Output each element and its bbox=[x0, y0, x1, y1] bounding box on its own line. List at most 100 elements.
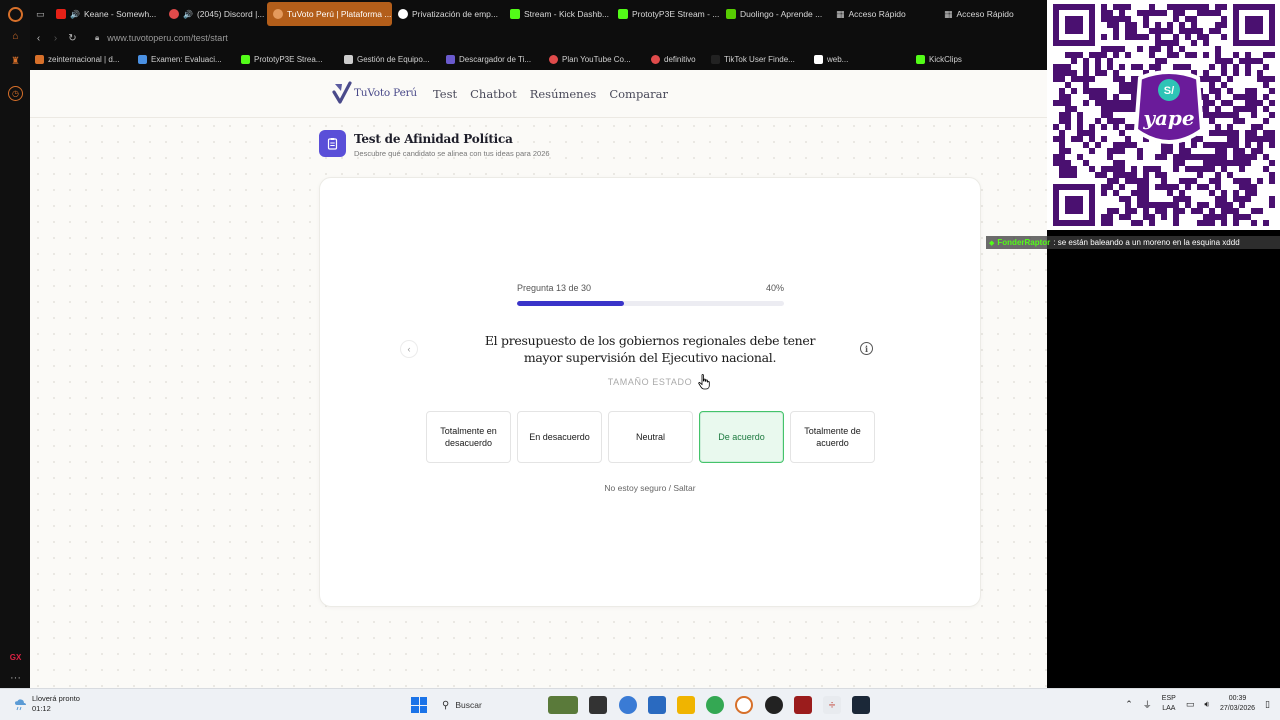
site-logo[interactable]: TuVoto Perú bbox=[332, 80, 417, 106]
bookmark-item[interactable]: Examen: Evaluaci... bbox=[138, 54, 222, 64]
question-text: El presupuesto de los gobiernos regional… bbox=[484, 333, 816, 365]
dota-icon[interactable] bbox=[794, 696, 812, 714]
weather-text: Lloverá pronto bbox=[32, 694, 80, 703]
bookmark-favicon-icon bbox=[35, 54, 44, 64]
skip-link[interactable]: No estoy seguro / Saltar bbox=[480, 483, 820, 493]
nav-link-chatbot[interactable]: Chatbot bbox=[470, 87, 517, 101]
tab-label: Stream - Kick Dashb... bbox=[524, 9, 610, 19]
tab-privatizacion[interactable]: Privatización de emp... bbox=[392, 2, 504, 26]
task-view-icon[interactable] bbox=[589, 696, 607, 714]
steam-icon[interactable] bbox=[852, 696, 870, 714]
search-highlight-icon[interactable] bbox=[548, 696, 578, 714]
nav-link-resumenes[interactable]: Resúmenes bbox=[530, 87, 597, 101]
nav-link-comparar[interactable]: Comparar bbox=[609, 87, 668, 101]
bookmark-item[interactable]: Plan YouTube Co... bbox=[549, 54, 631, 64]
option-neutral[interactable]: Neutral bbox=[608, 411, 693, 463]
chevron-up-icon[interactable]: ⌃ bbox=[1125, 699, 1133, 710]
option-en-desacuerdo[interactable]: En desacuerdo bbox=[517, 411, 602, 463]
tab-prototyp3e[interactable]: PrototyP3E Stream - ... bbox=[612, 2, 720, 26]
page-viewport: TuVoto Perú Test Chatbot Resúmenes Compa… bbox=[30, 70, 1047, 688]
chat-username: FonderRaptor bbox=[997, 238, 1051, 247]
previous-question-button[interactable]: ‹ bbox=[400, 340, 418, 358]
bookmark-item[interactable]: PrototyP3E Strea... bbox=[241, 54, 323, 64]
tab-label: Acceso Rápido bbox=[848, 9, 906, 19]
reload-icon[interactable]: ↻ bbox=[64, 33, 81, 44]
url-field[interactable]: 🔒︎ www.tuvotoperu.com/test/start bbox=[95, 33, 228, 43]
tab-duolingo[interactable]: Duolingo - Aprende ... bbox=[720, 2, 830, 26]
file-explorer-icon[interactable] bbox=[677, 696, 695, 714]
bookmark-label: Gestión de Equipo... bbox=[357, 54, 430, 64]
keyboard-layout: LAA bbox=[1162, 705, 1176, 712]
bookmarks-bar: zeinternacional | d... Examen: Evaluaci.… bbox=[30, 48, 1047, 70]
home-icon[interactable]: ⌂ bbox=[8, 29, 23, 44]
bookmark-item[interactable]: Descargador de Ti... bbox=[446, 54, 531, 64]
windows-start-icon[interactable] bbox=[411, 697, 427, 713]
progress-meta: Pregunta 13 de 30 40% bbox=[517, 283, 784, 293]
bookmark-item[interactable]: KickClips bbox=[916, 54, 962, 64]
tab-acceso-rapido-2[interactable]: ▦ Acceso Rápido bbox=[938, 2, 1038, 26]
yape-symbol: S/ bbox=[1164, 85, 1174, 97]
tab-discord[interactable]: 🔊 (2045) Discord |... bbox=[163, 2, 267, 26]
info-icon[interactable]: i bbox=[860, 342, 873, 355]
chrome-icon[interactable] bbox=[706, 696, 724, 714]
bookmark-item[interactable]: definitivo bbox=[651, 54, 696, 64]
page-title-block: Test de Afinidad Política Descubre qué c… bbox=[319, 130, 550, 158]
notification-icon[interactable]: ▯ bbox=[1265, 699, 1270, 710]
address-bar: ‹ › ↻ 🔒︎ www.tuvotoperu.com/test/start bbox=[30, 28, 1047, 48]
back-icon[interactable]: ‹ bbox=[30, 33, 47, 44]
clock[interactable]: 00:39 27/03/2026 bbox=[1220, 694, 1255, 714]
usb-icon[interactable]: ⏚ bbox=[1143, 698, 1152, 711]
url-text: www.tuvotoperu.com/test/start bbox=[107, 33, 228, 43]
nav-link-test[interactable]: Test bbox=[433, 87, 457, 101]
progress-percent: 40% bbox=[765, 283, 784, 293]
tab-label: Privatización de emp... bbox=[412, 9, 498, 19]
tab-label: Acceso Rápido bbox=[956, 9, 1014, 19]
tab-label: PrototyP3E Stream - ... bbox=[632, 9, 720, 19]
more-icon[interactable]: ··· bbox=[8, 670, 23, 685]
language-indicator[interactable]: ESP LAA bbox=[1162, 694, 1176, 714]
tab-label: (2045) Discord |... bbox=[196, 9, 265, 19]
option-totalmente-en-desacuerdo[interactable]: Totalmente en desacuerdo bbox=[426, 411, 511, 463]
bookmark-item[interactable]: web... bbox=[814, 54, 848, 64]
network-icon[interactable]: ▭ bbox=[1186, 699, 1195, 710]
yape-wordmark: yape bbox=[1142, 106, 1194, 130]
tab-keane[interactable]: 🔊 Keane - Somewh... bbox=[50, 2, 163, 26]
page-title: Test de Afinidad Política bbox=[354, 132, 513, 146]
bookmark-label: definitivo bbox=[664, 54, 696, 64]
bookmark-label: TikTok User Finde... bbox=[724, 54, 795, 64]
option-totalmente-de-acuerdo[interactable]: Totalmente de acuerdo bbox=[790, 411, 875, 463]
opera-gx-icon[interactable] bbox=[735, 696, 753, 714]
copilot-icon[interactable] bbox=[619, 696, 637, 714]
chatgpt-icon bbox=[398, 9, 408, 19]
tab-tuvoto[interactable]: TuVoto Perú | Plataforma ... bbox=[267, 2, 392, 26]
bookmark-item[interactable]: Gestión de Equipo... bbox=[344, 54, 430, 64]
shopping-icon[interactable]: ♜ bbox=[8, 54, 23, 69]
volume-icon[interactable]: 🔉︎ bbox=[1204, 699, 1210, 710]
opera-logo-icon[interactable] bbox=[8, 7, 23, 22]
obs-icon[interactable] bbox=[765, 696, 783, 714]
forward-icon[interactable]: › bbox=[47, 33, 64, 44]
spark-icon bbox=[651, 54, 660, 64]
grid-icon: ▦ bbox=[944, 8, 953, 19]
gx-icon[interactable]: GX bbox=[8, 650, 23, 665]
tab-label: TuVoto Perú | Plataforma ... bbox=[287, 9, 392, 19]
clipboard-icon bbox=[319, 130, 346, 157]
tab-kick-dashboard[interactable]: Stream - Kick Dashb... bbox=[504, 2, 612, 26]
store-icon[interactable] bbox=[648, 696, 666, 714]
workspace-tab[interactable]: ▭ bbox=[30, 2, 50, 26]
option-de-acuerdo[interactable]: De acuerdo bbox=[699, 411, 784, 463]
weather-widget[interactable]: Lloverá pronto 01:12 bbox=[14, 694, 80, 714]
youtube-icon bbox=[56, 9, 66, 19]
page-subtitle: Descubre qué candidato se alinea con tus… bbox=[354, 149, 550, 158]
chevron-left-icon: ‹ bbox=[407, 344, 411, 354]
browser-sidebar: ⌂ ♜ ◷ GX ··· bbox=[0, 0, 30, 688]
bookmark-item[interactable]: zeinternacional | d... bbox=[35, 54, 119, 64]
history-icon[interactable]: ◷ bbox=[8, 86, 23, 101]
bookmark-label: PrototyP3E Strea... bbox=[254, 54, 323, 64]
bookmark-label: Examen: Evaluaci... bbox=[151, 54, 222, 64]
bookmark-label: KickClips bbox=[929, 54, 962, 64]
tab-acceso-rapido-1[interactable]: ▦ Acceso Rápido bbox=[830, 2, 938, 26]
stream-overlay-area bbox=[1047, 230, 1280, 688]
app-icon[interactable]: ÷ bbox=[823, 696, 841, 714]
bookmark-item[interactable]: TikTok User Finde... bbox=[711, 54, 795, 64]
